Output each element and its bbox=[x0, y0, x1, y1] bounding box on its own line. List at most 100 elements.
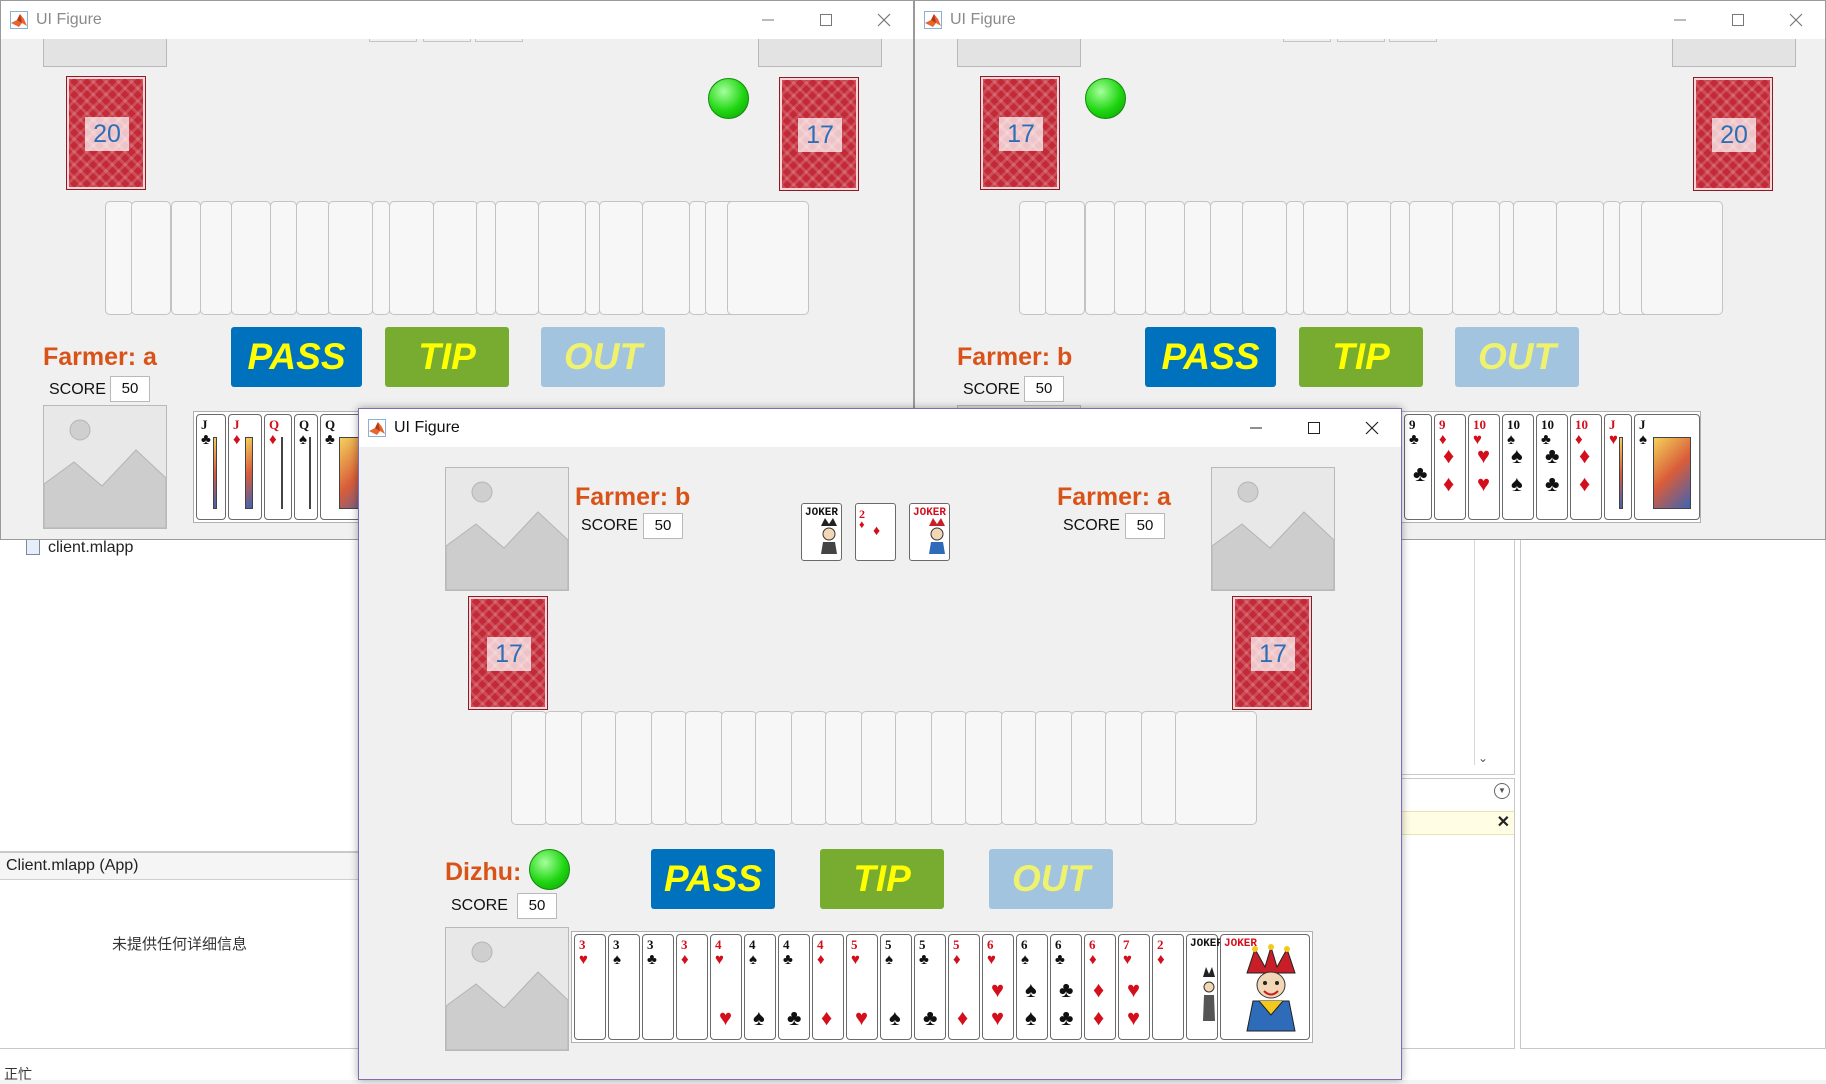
empty-card-slot bbox=[599, 201, 643, 315]
tip-button[interactable]: TIP bbox=[385, 327, 509, 387]
image-placeholder-icon bbox=[1211, 481, 1335, 591]
hand-card[interactable]: Q ♦ bbox=[264, 414, 292, 520]
title-bar[interactable]: UI Figure bbox=[915, 1, 1825, 39]
title-bar[interactable]: UI Figure bbox=[359, 409, 1401, 447]
mlapp-file-icon bbox=[26, 539, 40, 555]
file-item-client-mlapp[interactable]: client.mlapp bbox=[26, 539, 133, 557]
pass-button[interactable]: PASS bbox=[231, 327, 362, 387]
hand-card[interactable]: J ♥ bbox=[1604, 414, 1632, 520]
empty-card-slot bbox=[270, 201, 297, 315]
joker-face-icon bbox=[821, 518, 837, 554]
played-card: JOKER bbox=[909, 503, 950, 561]
hand-card[interactable]: 9 ♦ ♦ ♦ bbox=[1434, 414, 1466, 520]
pass-button[interactable]: PASS bbox=[651, 849, 775, 909]
hand-card[interactable]: 3 ♠ bbox=[608, 934, 640, 1040]
minimize-button[interactable] bbox=[1651, 1, 1709, 39]
hand-card[interactable]: 4 ♦ ♦ bbox=[812, 934, 844, 1040]
player-hand: 3 ♥ 3 ♠ 3 ♣ 3 ♦ 4 ♥ ♥ 4 ♠ ♠ 4 ♣ ♣ 4 ♦ ♦ 5 ♥ ♥ 5 ♠ ♠ 5 ♣ ♣ … bbox=[571, 931, 1313, 1043]
hand-card[interactable]: 7 ♥ ♥ ♥ bbox=[1118, 934, 1150, 1040]
right-opponent-avatar bbox=[1211, 467, 1335, 591]
empty-card-slot bbox=[1141, 711, 1177, 825]
hand-card[interactable]: 6 ♦ ♦ ♦ bbox=[1084, 934, 1116, 1040]
pass-button[interactable]: PASS bbox=[1145, 327, 1276, 387]
maximize-icon bbox=[1308, 422, 1320, 434]
right-opponent-score-label: SCORE bbox=[1063, 517, 1120, 534]
hand-card[interactable]: J ♠ bbox=[1634, 414, 1700, 520]
empty-card-slot bbox=[1390, 201, 1410, 315]
empty-card-slot bbox=[1045, 201, 1085, 315]
empty-card-slot bbox=[1499, 201, 1514, 315]
out-button[interactable]: OUT bbox=[989, 849, 1113, 909]
close-icon[interactable]: ✕ bbox=[1497, 812, 1510, 832]
hand-card[interactable]: 9 ♣ ♣ bbox=[1404, 414, 1432, 520]
far-right-panel bbox=[1520, 535, 1826, 1049]
tip-button[interactable]: TIP bbox=[820, 849, 944, 909]
right-inspector-panel: ▼ ✕ bbox=[1400, 778, 1515, 1049]
out-button[interactable]: OUT bbox=[541, 327, 665, 387]
empty-card-slot bbox=[651, 711, 687, 825]
hand-card[interactable]: Q ♠ bbox=[294, 414, 318, 520]
close-button[interactable] bbox=[1343, 409, 1401, 447]
played-slot-partial bbox=[1337, 39, 1385, 42]
hand-card[interactable]: 3 ♣ bbox=[642, 934, 674, 1040]
hand-card[interactable]: 10 ♣ ♣ ♣ bbox=[1536, 414, 1568, 520]
hand-card[interactable]: 6 ♠ ♠ ♠ bbox=[1016, 934, 1048, 1040]
hand-card[interactable]: 10 ♥ ♥ ♥ bbox=[1468, 414, 1500, 520]
hand-card[interactable]: JOKER bbox=[1220, 934, 1310, 1040]
collapse-circle-icon[interactable]: ▼ bbox=[1494, 783, 1510, 799]
hand-card[interactable]: 3 ♥ bbox=[574, 934, 606, 1040]
hand-card[interactable]: JOKER bbox=[1186, 934, 1223, 1040]
maximize-button[interactable] bbox=[1285, 409, 1343, 447]
hand-card[interactable]: 2 ♦ bbox=[1152, 934, 1184, 1040]
empty-card-slot bbox=[685, 711, 723, 825]
close-button[interactable] bbox=[855, 1, 913, 39]
maximize-button[interactable] bbox=[1709, 1, 1767, 39]
maximize-button[interactable] bbox=[797, 1, 855, 39]
score-label: SCORE bbox=[451, 897, 508, 914]
game-area: Farmer: b SCORE 50 17 JOKER 2 ♦ ♦ JOKER … bbox=[359, 447, 1401, 1079]
hand-card[interactable]: J ♦ bbox=[228, 414, 262, 520]
details-text: 未提供任何详细信息 bbox=[111, 936, 247, 953]
played-slot-partial bbox=[475, 39, 523, 42]
title-bar[interactable]: UI Figure bbox=[1, 1, 913, 39]
hand-card[interactable]: 4 ♣ ♣ bbox=[778, 934, 810, 1040]
scrollbar-track[interactable] bbox=[1474, 535, 1492, 765]
empty-card-slot bbox=[931, 711, 967, 825]
matlab-logo-icon bbox=[924, 11, 942, 29]
close-button[interactable] bbox=[1767, 1, 1825, 39]
window-title: UI Figure bbox=[394, 419, 460, 436]
dizhu-indicator bbox=[529, 849, 570, 890]
empty-card-slot bbox=[545, 711, 583, 825]
minimize-button[interactable] bbox=[739, 1, 797, 39]
hand-card[interactable]: 5 ♠ ♠ bbox=[880, 934, 912, 1040]
empty-card-slot bbox=[1114, 201, 1146, 315]
status-bar-text: 正忙 bbox=[4, 1066, 32, 1082]
chevron-down-icon[interactable]: ⌄ bbox=[1474, 751, 1492, 765]
empty-card-slot bbox=[825, 711, 863, 825]
left-opponent-score-field: 50 bbox=[643, 513, 683, 539]
score-field: 50 bbox=[110, 376, 150, 402]
hand-card[interactable]: 4 ♠ ♠ bbox=[744, 934, 776, 1040]
hand-card[interactable]: 10 ♦ ♦ ♦ bbox=[1570, 414, 1602, 520]
close-icon bbox=[1789, 13, 1803, 27]
hand-card[interactable]: J ♣ bbox=[196, 414, 226, 520]
tip-button[interactable]: TIP bbox=[1299, 327, 1423, 387]
empty-card-slot bbox=[171, 201, 201, 315]
score-label: SCORE bbox=[49, 381, 106, 398]
out-button[interactable]: OUT bbox=[1455, 327, 1579, 387]
empty-card-slot bbox=[1242, 201, 1287, 315]
hand-card[interactable]: 6 ♥ ♥ ♥ bbox=[982, 934, 1014, 1040]
minimize-button[interactable] bbox=[1227, 409, 1285, 447]
empty-card-slot bbox=[231, 201, 271, 315]
hand-card[interactable]: 10 ♠ ♠ ♠ bbox=[1502, 414, 1534, 520]
empty-card-slot bbox=[721, 711, 757, 825]
player-hand: 9 ♣ ♣ 9 ♦ ♦ ♦ 10 ♥ ♥ ♥ 10 ♠ ♠ ♠ 10 ♣ ♣ ♣ 10 ♦ ♦ ♦ J ♥ J ♠ bbox=[1401, 411, 1701, 523]
hand-card[interactable]: 5 ♦ ♦ bbox=[948, 934, 980, 1040]
played-slot-partial bbox=[423, 39, 471, 42]
right-opponent-score-field: 50 bbox=[1125, 513, 1165, 539]
hand-card[interactable]: 4 ♥ ♥ bbox=[710, 934, 742, 1040]
hand-card[interactable]: 6 ♣ ♣ ♣ bbox=[1050, 934, 1082, 1040]
hand-card[interactable]: 3 ♦ bbox=[676, 934, 708, 1040]
hand-card[interactable]: 5 ♥ ♥ bbox=[846, 934, 878, 1040]
hand-card[interactable]: 5 ♣ ♣ bbox=[914, 934, 946, 1040]
